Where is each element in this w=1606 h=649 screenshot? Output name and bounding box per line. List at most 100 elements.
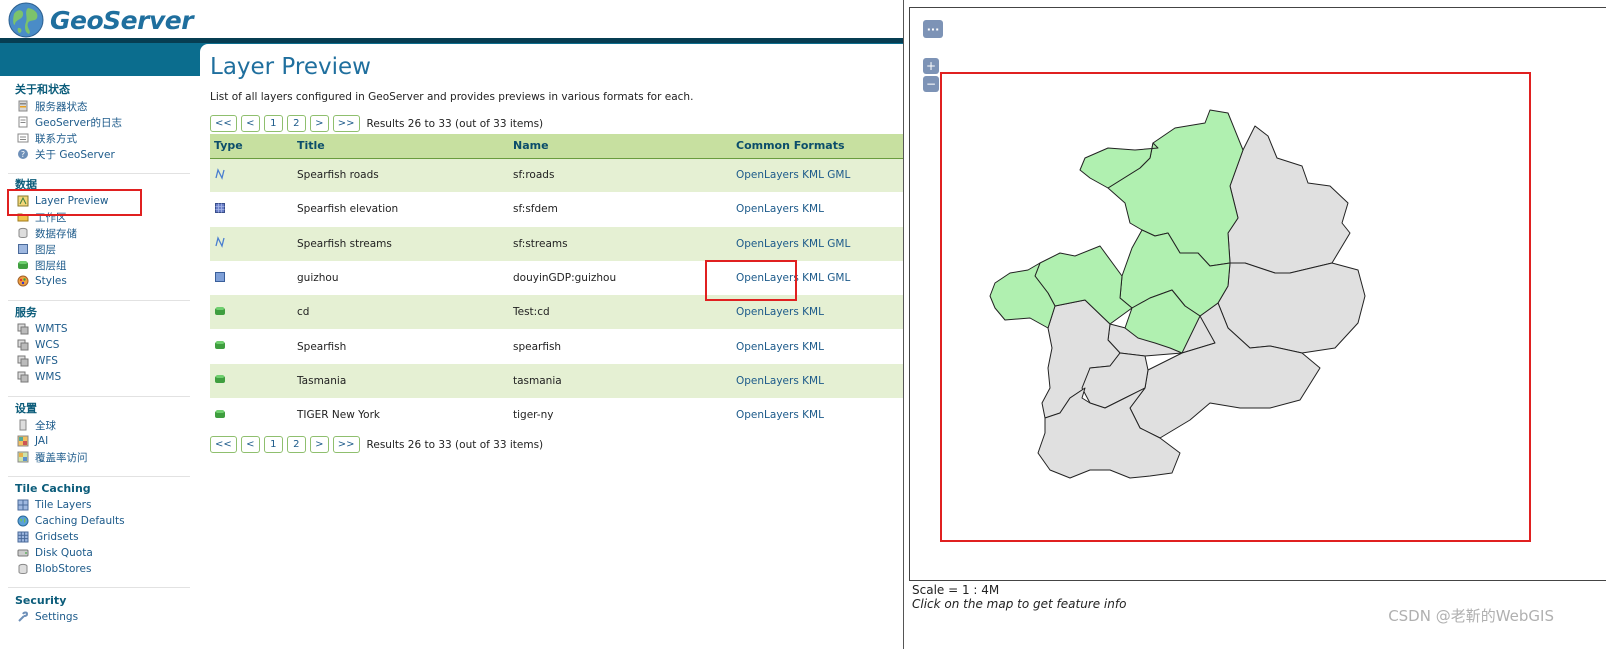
globe-icon xyxy=(17,515,29,527)
sidebar-item-blobstores[interactable]: BlobStores xyxy=(0,561,190,577)
pager-last-button[interactable]: >> xyxy=(332,436,360,453)
format-link-openlayers[interactable]: OpenLayers xyxy=(736,375,799,387)
format-link-openlayers[interactable]: OpenLayers xyxy=(736,306,799,318)
table-row: cd Test:cd OpenLayers KML xyxy=(210,295,905,330)
sidebar-item-wmts[interactable]: WMTS xyxy=(0,321,190,337)
layer-group-icon xyxy=(215,306,225,315)
pager-next-button[interactable]: > xyxy=(309,436,329,453)
map-viewport[interactable]: ··· + − xyxy=(909,7,1606,581)
sidebar-item-datastore[interactable]: 数据存储 xyxy=(0,225,190,241)
pager-next-button[interactable]: > xyxy=(309,115,329,132)
sidebar-item-layers[interactable]: 图层 xyxy=(0,241,190,257)
pager-page-2-button[interactable]: 2 xyxy=(286,115,306,132)
sidebar-item-label: 联系方式 xyxy=(35,132,77,145)
sidebar-item-wcs[interactable]: WCS xyxy=(0,337,190,353)
format-link-kml[interactable]: KML xyxy=(802,306,824,318)
zoom-in-button[interactable]: + xyxy=(923,58,939,74)
global-icon xyxy=(19,419,27,431)
format-link-openlayers[interactable]: OpenLayers xyxy=(736,238,799,250)
sidebar-item-label: WCS xyxy=(35,339,60,351)
pager-prev-button[interactable]: < xyxy=(240,436,260,453)
cell-title: Spearfish elevation xyxy=(297,192,513,227)
cell-formats: OpenLayers KML xyxy=(736,398,905,433)
geoserver-logo[interactable]: GeoServer xyxy=(6,2,194,38)
pager-first-button[interactable]: << xyxy=(210,436,237,453)
sidebar-item-layergroup[interactable]: 图层组 xyxy=(0,257,190,273)
pager-page-1-button[interactable]: 1 xyxy=(263,115,283,132)
pager-first-button[interactable]: << xyxy=(210,115,237,132)
sidebar-item-contact[interactable]: 联系方式 xyxy=(0,130,190,146)
sidebar-section-about: 关于和状态 服务器状态 GeoServer的日志 联系方式 ? 关于 GeoSe… xyxy=(0,82,190,162)
jai-icon xyxy=(17,435,29,447)
format-link-openlayers[interactable]: OpenLayers xyxy=(736,169,799,181)
cell-title: Spearfish roads xyxy=(297,158,513,193)
table-header-row: Type Title Name Common Formats xyxy=(210,134,905,159)
pager-info: Results 26 to 33 (out of 33 items) xyxy=(366,438,544,451)
column-header-name[interactable]: Name xyxy=(513,134,736,159)
main-content: Layer Preview List of all layers configu… xyxy=(200,44,905,649)
sidebar-item-log[interactable]: GeoServer的日志 xyxy=(0,114,190,130)
format-link-kml[interactable]: KML xyxy=(802,169,824,181)
pager-page-2-button[interactable]: 2 xyxy=(286,436,306,453)
page-title: Layer Preview xyxy=(210,54,371,80)
sidebar-item-server-status[interactable]: 服务器状态 xyxy=(0,98,190,114)
sidebar-item-caching-defaults[interactable]: Caching Defaults xyxy=(0,513,190,529)
sidebar-item-tile-layers[interactable]: Tile Layers xyxy=(0,497,190,513)
cell-formats: OpenLayers KML xyxy=(736,329,905,364)
sidebar-item-gridsets[interactable]: Gridsets xyxy=(0,529,190,545)
sidebar-item-security-settings[interactable]: Settings xyxy=(0,609,190,625)
sidebar-item-disk-quota[interactable]: Disk Quota xyxy=(0,545,190,561)
cell-name: douyinGDP:guizhou xyxy=(513,260,736,296)
pager-last-button[interactable]: >> xyxy=(332,115,360,132)
sidebar-item-global[interactable]: 全球 xyxy=(0,417,190,433)
sidebar-item-label: WFS xyxy=(35,355,58,367)
format-link-gml[interactable]: GML xyxy=(827,272,850,284)
sidebar-divider xyxy=(8,300,190,301)
format-link-openlayers[interactable]: OpenLayers xyxy=(736,409,799,421)
coverage-icon xyxy=(17,451,29,463)
format-link-kml[interactable]: KML xyxy=(802,375,824,387)
service-icon xyxy=(17,371,29,383)
column-header-type[interactable]: Type xyxy=(210,134,297,159)
sidebar-item-label: Caching Defaults xyxy=(35,515,125,527)
sidebar-item-label: WMS xyxy=(35,371,62,383)
svg-text:?: ? xyxy=(21,150,25,159)
cell-type xyxy=(210,260,297,296)
feature-info-hint: Click on the map to get feature info xyxy=(912,597,1127,611)
pager-prev-button[interactable]: < xyxy=(240,115,260,132)
sidebar-item-styles[interactable]: Styles xyxy=(0,273,190,289)
table-row: Spearfish roads sf:roads OpenLayers KML GM… xyxy=(210,158,905,193)
format-link-gml[interactable]: GML xyxy=(827,238,850,250)
sidebar-item-jai[interactable]: JAI xyxy=(0,433,190,449)
cell-title: Spearfish xyxy=(297,329,513,364)
sidebar-item-coverage[interactable]: 覆盖率访问 xyxy=(0,449,190,465)
sidebar-heading-tile-caching: Tile Caching xyxy=(15,482,91,495)
format-link-openlayers[interactable]: OpenLayers xyxy=(736,341,799,353)
format-link-kml[interactable]: KML xyxy=(802,341,824,353)
format-link-openlayers[interactable]: OpenLayers xyxy=(736,203,799,215)
disk-icon xyxy=(17,549,29,557)
format-link-kml[interactable]: KML xyxy=(802,238,824,250)
pager-page-1-button[interactable]: 1 xyxy=(263,436,283,453)
sidebar-item-wms[interactable]: WMS xyxy=(0,369,190,385)
format-link-gml[interactable]: GML xyxy=(827,169,850,181)
column-header-title[interactable]: Title xyxy=(297,134,513,159)
cell-name: sf:roads xyxy=(513,158,736,193)
layer-switcher-button[interactable]: ··· xyxy=(923,20,943,38)
format-link-kml[interactable]: KML xyxy=(802,203,824,215)
service-icon xyxy=(17,339,29,351)
cell-formats: OpenLayers KML xyxy=(736,192,905,227)
sidebar-item-wfs[interactable]: WFS xyxy=(0,353,190,369)
layer-group-icon xyxy=(215,341,225,350)
sidebar-item-label: 服务器状态 xyxy=(35,100,88,113)
format-link-kml[interactable]: KML xyxy=(802,409,824,421)
sidebar-item-about[interactable]: ? 关于 GeoServer xyxy=(0,146,190,162)
cell-title: guizhou xyxy=(297,260,513,296)
server-status-icon xyxy=(18,100,28,112)
cell-title: cd xyxy=(297,295,513,330)
tile-icon xyxy=(17,499,29,511)
sidebar-item-label: WMTS xyxy=(35,323,68,335)
blob-icon xyxy=(18,563,28,574)
format-link-kml[interactable]: KML xyxy=(802,272,824,284)
zoom-out-button[interactable]: − xyxy=(923,76,939,92)
